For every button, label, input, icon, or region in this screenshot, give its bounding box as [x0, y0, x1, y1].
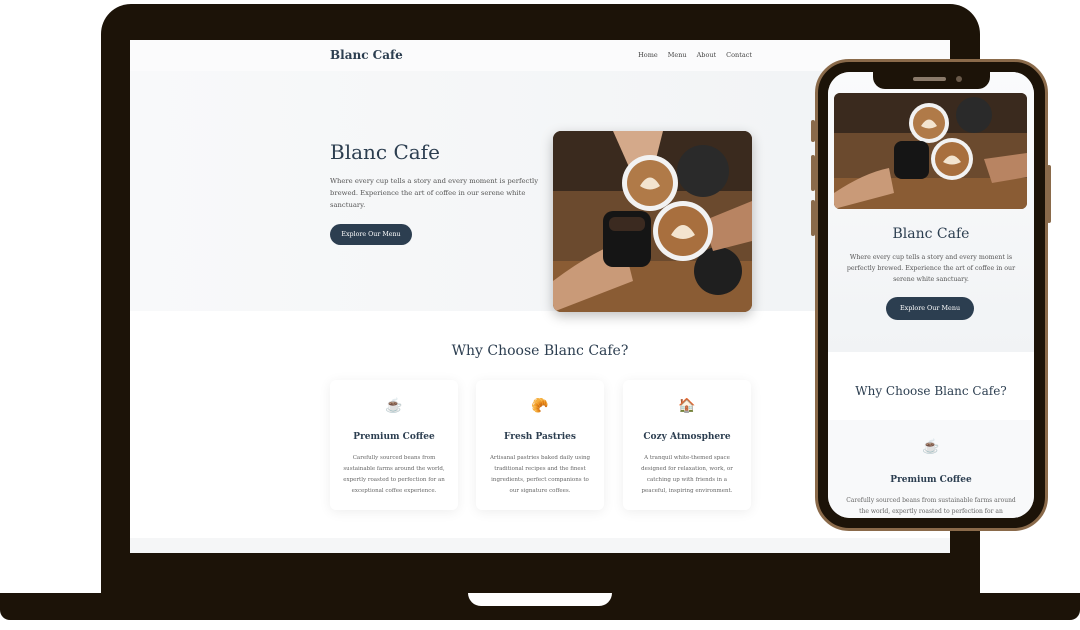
- mobile-hero-text: Where every cup tells a story and every …: [846, 254, 1016, 283]
- hero-text: Where every cup tells a story and every …: [330, 177, 539, 209]
- house-icon: 🏠: [678, 398, 696, 414]
- feature-card-fresh-pastries: 🥐 Fresh Pastries Artisanal pastries bake…: [476, 380, 604, 510]
- mobile-explore-menu-button[interactable]: Explore Our Menu: [886, 297, 974, 320]
- coffee-cup-icon: ☕: [922, 439, 940, 455]
- nav-link-about[interactable]: About: [697, 51, 717, 59]
- laptop-notch: [468, 593, 612, 606]
- feature-card-cozy-atmosphere: 🏠 Cozy Atmosphere A tranquil white-theme…: [623, 380, 751, 510]
- explore-menu-button[interactable]: Explore Our Menu: [330, 224, 412, 245]
- mobile-why-section-title: Why Choose Blanc Cafe?: [855, 384, 1007, 398]
- phone-camera: [956, 76, 962, 82]
- feature-card-text: Carefully sourced beans from sustainable…: [343, 455, 445, 494]
- phone-speaker: [913, 77, 946, 81]
- feature-card-title: Cozy Atmosphere: [643, 432, 731, 442]
- mobile-hero-coffee-image: [834, 93, 1027, 209]
- coffee-cup-icon: ☕: [385, 398, 403, 414]
- feature-card-title: Fresh Pastries: [504, 432, 576, 442]
- nav-links: Home Menu About Contact: [638, 51, 752, 59]
- croissant-icon: 🥐: [531, 398, 549, 414]
- mobile-feature-card-title: Premium Coffee: [890, 475, 972, 485]
- mobile-feature-card-premium-coffee: ☕ Premium Coffee Carefully sourced beans…: [828, 420, 1034, 518]
- feature-card-text: A tranquil white-themed space designed f…: [641, 455, 733, 494]
- footer-strip: [130, 538, 950, 553]
- feature-card-text: Artisanal pastries baked daily using tra…: [489, 455, 591, 494]
- mobile-feature-card-text: Carefully sourced beans from sustainable…: [846, 497, 1016, 515]
- feature-card-title: Premium Coffee: [353, 432, 435, 442]
- hero-title: Blanc Cafe: [330, 140, 440, 164]
- nav-link-home[interactable]: Home: [638, 51, 658, 59]
- nav-link-menu[interactable]: Menu: [668, 51, 687, 59]
- site-logo[interactable]: Blanc Cafe: [330, 48, 403, 62]
- nav-link-contact[interactable]: Contact: [726, 51, 752, 59]
- mobile-hero-title: Blanc Cafe: [892, 226, 970, 242]
- feature-card-premium-coffee: ☕ Premium Coffee Carefully sourced beans…: [330, 380, 458, 510]
- phone-screen: Blanc Cafe Where every cup tells a story…: [828, 72, 1034, 518]
- mobile-hero-section: Blanc Cafe Where every cup tells a story…: [828, 72, 1034, 352]
- hero-coffee-image: [553, 131, 752, 312]
